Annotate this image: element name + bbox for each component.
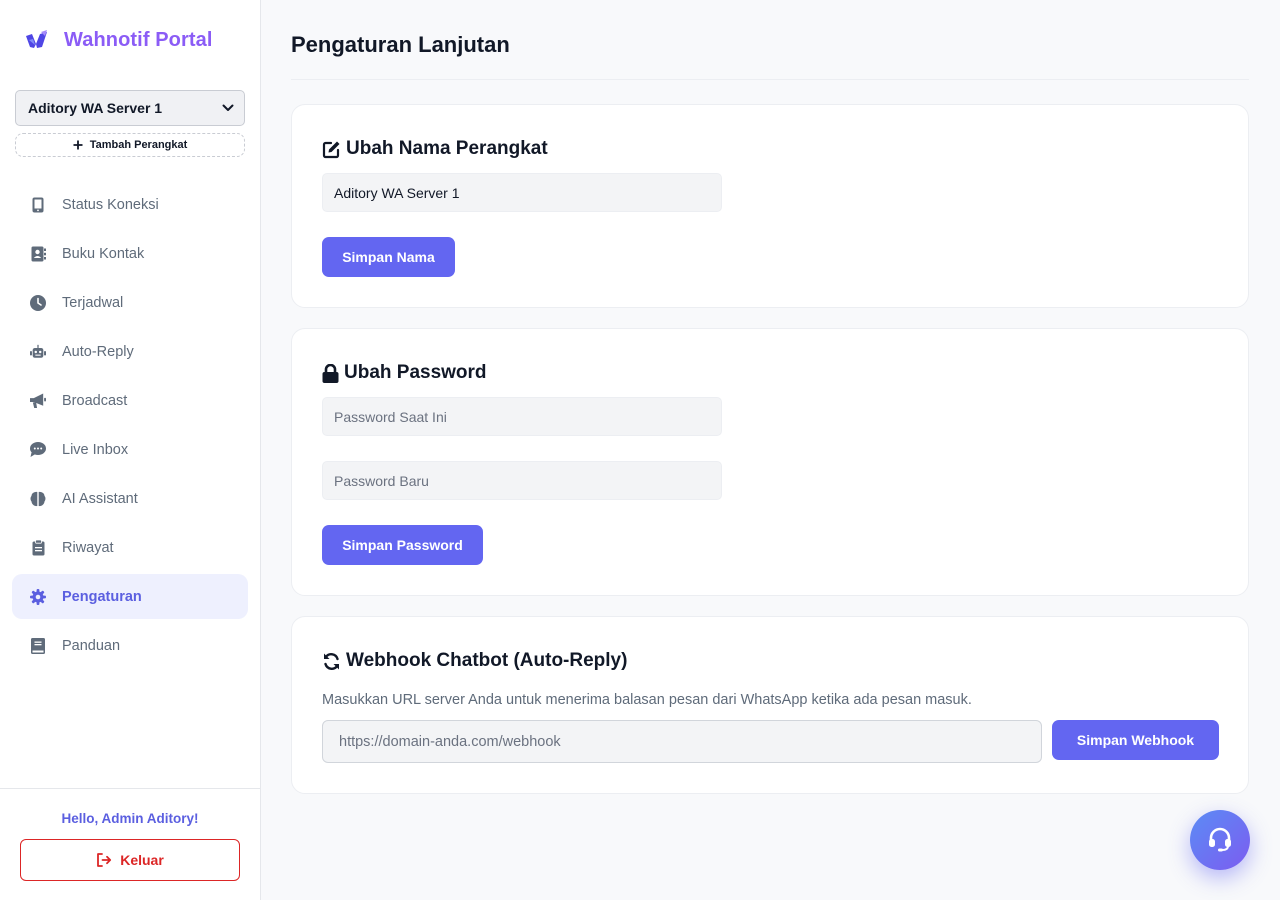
device-name-input[interactable]: Aditory WA Server 1 (322, 173, 722, 212)
brain-icon (30, 491, 46, 507)
device-name-value: Aditory WA Server 1 (334, 184, 460, 201)
sidebar-footer: Hello, Admin Aditory! Keluar (0, 788, 260, 900)
rename-card-title-text: Ubah Nama Perangkat (346, 138, 548, 159)
sidebar-item-buku-kontak[interactable]: Buku Kontak (12, 231, 248, 276)
headset-icon (1209, 827, 1231, 852)
webhook-description: Masukkan URL server Anda untuk menerima … (322, 692, 972, 708)
sidebar-item-status-koneksi[interactable]: Status Koneksi (12, 182, 248, 227)
wing-logo-icon (24, 29, 49, 51)
sidebar-item-label: Live Inbox (62, 441, 129, 458)
sidebar-nav: Status Koneksi Buku Kontak Terjadwal Aut… (12, 182, 248, 672)
password-card-title-text: Ubah Password (344, 362, 487, 383)
clipboard-icon (30, 539, 46, 556)
new-password-placeholder: Password Baru (334, 472, 429, 489)
support-chat-button[interactable] (1190, 810, 1250, 870)
clock-icon (30, 294, 46, 311)
title-divider (291, 79, 1249, 80)
password-card-title: Ubah Password (322, 362, 487, 384)
sidebar-item-terjadwal[interactable]: Terjadwal (12, 280, 248, 325)
webhook-card: Webhook Chatbot (Auto-Reply) Masukkan UR… (291, 616, 1249, 794)
sidebar-item-live-inbox[interactable]: Live Inbox (12, 427, 248, 472)
robot-icon (30, 344, 46, 360)
current-password-placeholder: Password Saat Ini (334, 408, 447, 425)
save-password-label: Simpan Password (342, 537, 463, 553)
sidebar-item-label: Status Koneksi (62, 196, 159, 213)
megaphone-icon (30, 392, 46, 409)
logout-label: Keluar (120, 852, 164, 868)
sidebar-item-label: Panduan (62, 637, 121, 654)
current-password-input[interactable]: Password Saat Ini (322, 397, 722, 436)
address-book-icon (30, 246, 46, 262)
page-title: Pengaturan Lanjutan (291, 32, 510, 57)
book-icon (30, 637, 46, 654)
sidebar-item-pengaturan[interactable]: Pengaturan (12, 574, 248, 619)
chat-icon (30, 442, 46, 458)
change-password-card: Ubah Password Password Saat Ini Password… (291, 328, 1249, 596)
sidebar-item-label: Riwayat (62, 539, 114, 556)
rename-card-title: Ubah Nama Perangkat (322, 138, 548, 160)
add-device-label: Tambah Perangkat (89, 139, 188, 151)
save-password-button[interactable]: Simpan Password (322, 525, 483, 565)
device-select[interactable]: Aditory WA Server 1 (15, 90, 245, 126)
brand[interactable]: Wahnotif Portal (24, 27, 213, 53)
chevron-down-icon (222, 104, 234, 111)
sidebar: Wahnotif Portal Aditory WA Server 1 Tamb… (0, 0, 261, 900)
device-select-value: Aditory WA Server 1 (28, 100, 163, 116)
webhook-card-title-text: Webhook Chatbot (Auto-Reply) (346, 650, 628, 671)
sync-icon (322, 652, 341, 671)
webhook-url-placeholder: https://domain-anda.com/webhook (339, 733, 561, 750)
greeting-text: Hello, Admin Aditory! (61, 811, 199, 826)
rename-device-card: Ubah Nama Perangkat Aditory WA Server 1 … (291, 104, 1249, 308)
plus-icon (73, 140, 83, 150)
sidebar-item-panduan[interactable]: Panduan (12, 623, 248, 668)
add-device-button[interactable]: Tambah Perangkat (15, 133, 245, 157)
save-name-button[interactable]: Simpan Nama (322, 237, 455, 277)
sidebar-item-label: Buku Kontak (62, 245, 145, 262)
sidebar-item-label: Terjadwal (62, 294, 124, 311)
sidebar-item-auto-reply[interactable]: Auto-Reply (12, 329, 248, 374)
save-webhook-label: Simpan Webhook (1076, 732, 1195, 748)
new-password-input[interactable]: Password Baru (322, 461, 722, 500)
webhook-card-title: Webhook Chatbot (Auto-Reply) (322, 650, 627, 672)
sidebar-item-label: Auto-Reply (62, 343, 134, 360)
sidebar-item-label: Pengaturan (62, 588, 142, 605)
save-name-label: Simpan Nama (342, 249, 435, 265)
lock-icon (322, 363, 339, 383)
mobile-icon (30, 197, 46, 213)
sidebar-item-label: Broadcast (62, 392, 128, 409)
edit-icon (322, 140, 341, 159)
save-webhook-button[interactable]: Simpan Webhook (1052, 720, 1219, 760)
webhook-url-input[interactable]: https://domain-anda.com/webhook (322, 720, 1042, 763)
brand-title: Wahnotif Portal (64, 28, 213, 51)
sidebar-item-riwayat[interactable]: Riwayat (12, 525, 248, 570)
logout-button[interactable]: Keluar (20, 839, 240, 881)
sidebar-item-broadcast[interactable]: Broadcast (12, 378, 248, 423)
gear-icon (30, 588, 46, 605)
sidebar-item-label: AI Assistant (62, 490, 138, 507)
sidebar-item-ai-assistant[interactable]: AI Assistant (12, 476, 248, 521)
sign-out-icon (97, 853, 112, 867)
